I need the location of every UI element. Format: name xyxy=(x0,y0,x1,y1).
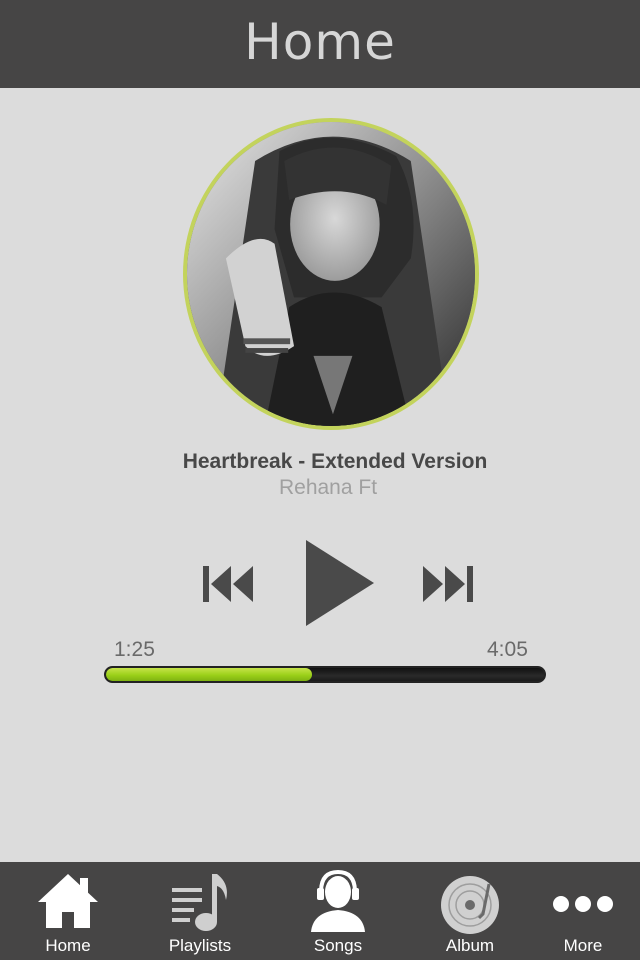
tab-songs[interactable]: Songs xyxy=(288,862,388,960)
tab-playlists[interactable]: Playlists xyxy=(150,862,250,960)
tab-more[interactable]: More xyxy=(533,862,633,960)
play-icon xyxy=(306,540,374,626)
tab-label: Songs xyxy=(313,936,363,955)
elapsed-time: 1:25 xyxy=(114,638,155,661)
headset-user-icon xyxy=(311,870,365,932)
next-button[interactable] xyxy=(420,564,476,604)
album-cover-photo xyxy=(187,122,475,426)
progress-fill xyxy=(106,668,312,681)
previous-button[interactable] xyxy=(200,564,256,604)
skip-next-icon xyxy=(423,566,473,602)
tab-label: Playlists xyxy=(168,936,232,955)
progress-bar[interactable] xyxy=(104,666,546,683)
play-button[interactable] xyxy=(302,538,376,628)
top-header: Home xyxy=(0,0,640,88)
tab-label: More xyxy=(563,936,603,955)
playlist-icon xyxy=(172,874,227,931)
track-artist: Rehana Ft xyxy=(278,476,378,499)
home-icon xyxy=(38,874,98,928)
tab-bar: Home Playlists Songs Album More xyxy=(0,862,640,960)
tab-home[interactable]: Home xyxy=(18,862,118,960)
track-title: Heartbreak - Extended Version xyxy=(182,450,488,473)
tab-label: Home xyxy=(45,936,91,955)
vinyl-record-icon xyxy=(441,876,499,934)
tab-album[interactable]: Album xyxy=(420,862,520,960)
more-dots-icon xyxy=(553,896,613,912)
page-title: Home xyxy=(244,13,396,71)
tab-label: Album xyxy=(445,936,495,955)
album-art xyxy=(183,118,479,430)
total-time: 4:05 xyxy=(487,638,528,661)
skip-previous-icon xyxy=(203,566,253,602)
